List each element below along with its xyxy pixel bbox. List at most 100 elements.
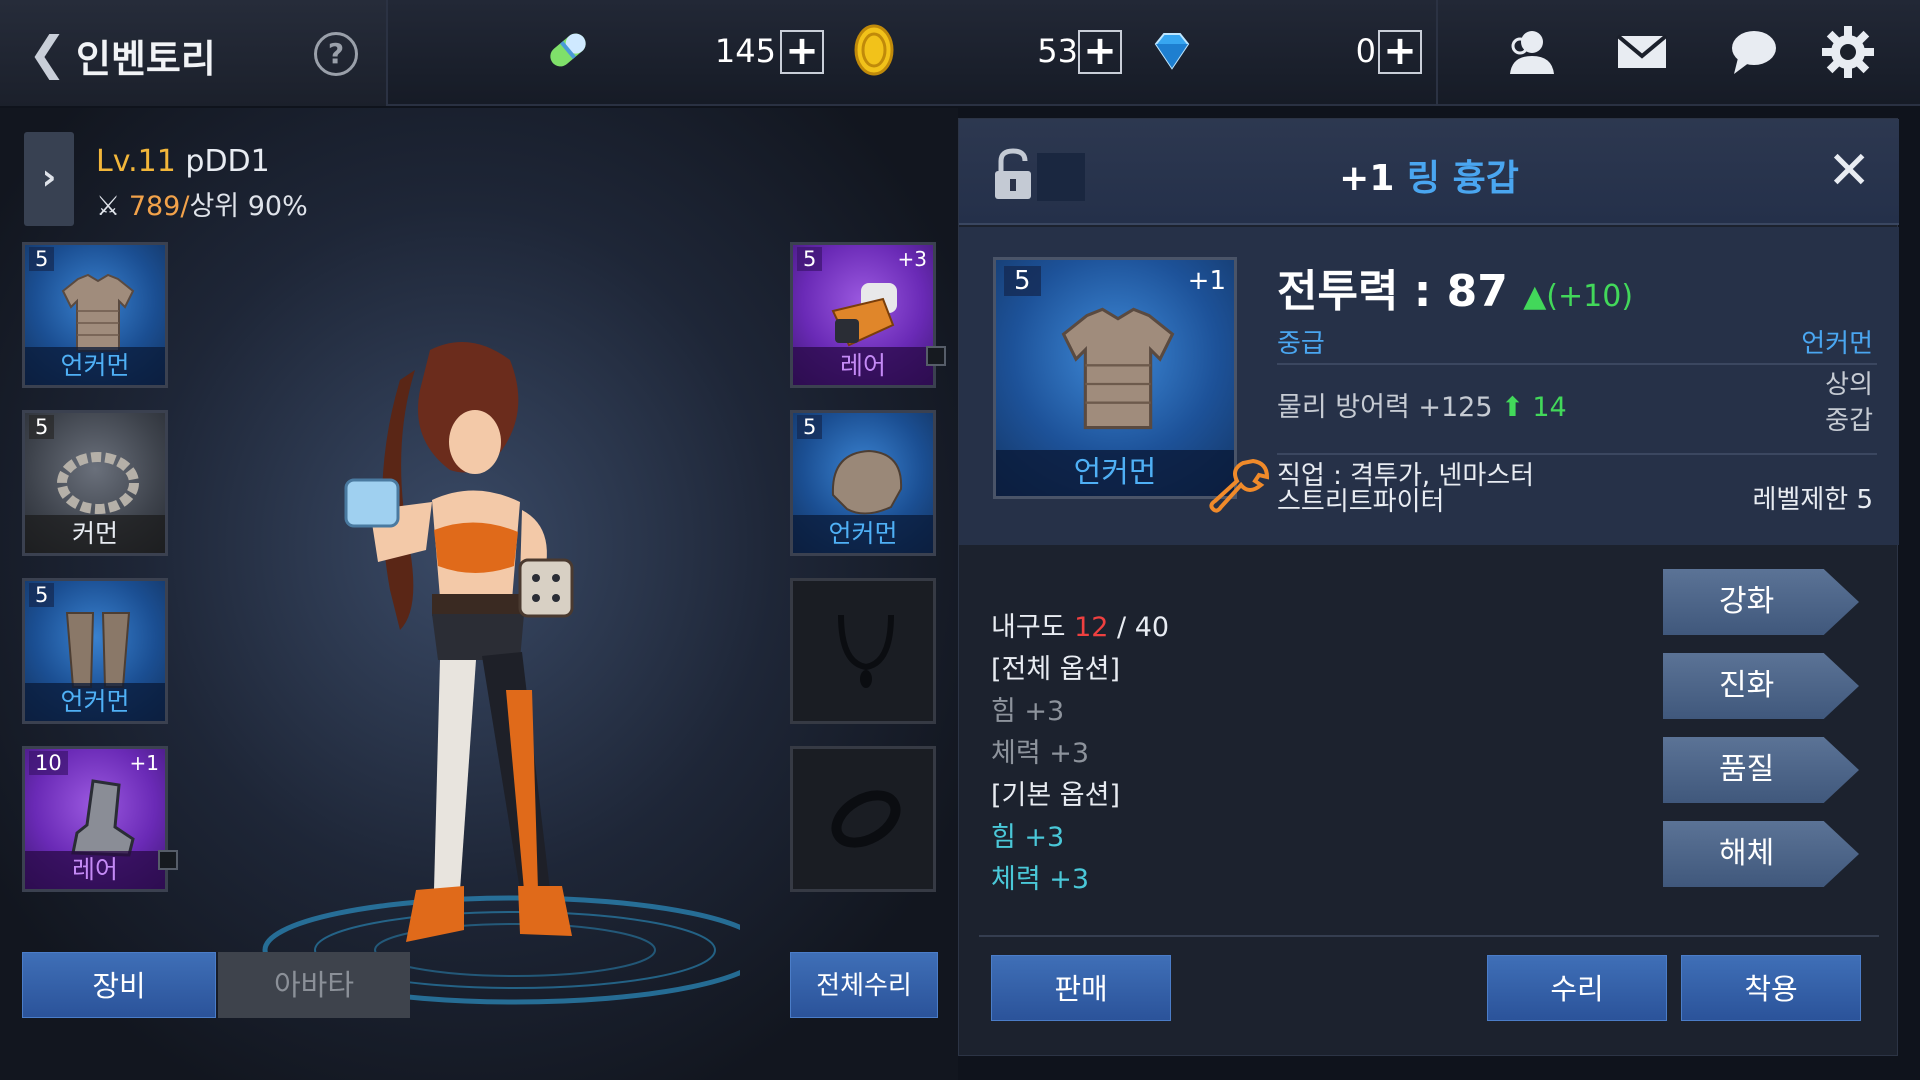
add-gem-button[interactable]: + (1378, 30, 1422, 74)
equip-slot-gloves[interactable]: 5 +3 레어 (790, 242, 936, 388)
slot-lock-indicator (158, 850, 178, 870)
item-info-section: 5 +1 언커먼 전투력 : 87 ▲(+10) 중급 언커먼 물리 방어력 +… (959, 227, 1899, 545)
top-bar: ❮ 인벤토리 ? 145 + 53 + 0 + (0, 0, 1920, 106)
settings-gear-icon[interactable] (1818, 22, 1878, 82)
equip-slot-helmet[interactable]: 5 언커먼 (790, 410, 936, 556)
footer-divider (979, 935, 1879, 937)
equip-slot-ring[interactable]: 5 커먼 (22, 410, 168, 556)
item-grade-label: 언커먼 (996, 450, 1234, 496)
repair-all-button[interactable]: 전체수리 (790, 952, 938, 1018)
crossed-swords-icon: ⚔ (96, 191, 121, 222)
defense-stat: 물리 방어력 +125 ⬆ 14 (1277, 385, 1567, 424)
chainmail-chest-icon (61, 273, 135, 352)
equip-slot-necklace-empty[interactable] (790, 578, 936, 724)
chat-icon[interactable] (1724, 22, 1784, 82)
armored-boots-icon (71, 779, 135, 857)
chainmail-legs-icon (65, 612, 131, 688)
character-model (262, 342, 740, 1005)
durability-label: 내구도 (991, 612, 1075, 643)
top-divider (1436, 0, 1438, 106)
slot-level: 5 (29, 583, 55, 607)
item-slot-type: 상의 중갑 (1825, 367, 1873, 439)
item-plus: +1 (1187, 266, 1226, 296)
slot-grade: 레어 (793, 347, 933, 385)
slot-level: 5 (29, 415, 55, 439)
divider-line (1277, 453, 1877, 455)
combat-power-delta: ▲(+10) (1523, 279, 1634, 314)
slot-level: 10 (29, 751, 68, 775)
item-enhance-level: +1 (1339, 158, 1395, 199)
durability-current: 12 (1074, 612, 1109, 643)
stamina-capsule-icon (550, 33, 586, 67)
slot-grade: 레어 (25, 851, 165, 889)
character-power: ⚔ 789/상위 90% (96, 184, 308, 223)
mail-icon[interactable] (1612, 22, 1672, 82)
dismantle-button[interactable]: 해체 (1663, 821, 1859, 887)
equip-slot-bracelet-empty[interactable] (790, 746, 936, 892)
close-icon[interactable]: ✕ (1827, 141, 1871, 201)
gem-value: 0 (1355, 32, 1376, 70)
chain-ring-icon (57, 452, 139, 514)
back-button[interactable]: ❮ 인벤토리 ? (0, 0, 388, 106)
bracelet-icon (831, 790, 901, 848)
slot-grade: 커먼 (25, 515, 165, 553)
gold-value: 53 (1037, 32, 1078, 70)
item-name: 링 흉갑 (1406, 158, 1519, 199)
slot-level: 5 (29, 247, 55, 271)
add-gold-button[interactable]: + (1078, 30, 1122, 74)
sell-button[interactable]: 판매 (991, 955, 1171, 1021)
help-icon[interactable]: ? (314, 32, 358, 76)
avatar-tab[interactable]: 아바타 (218, 952, 410, 1018)
combat-power-value: 전투력 : 87 (1277, 266, 1508, 317)
necklace-icon (838, 614, 894, 688)
item-detail-panel: +1 링 흉갑 ✕ 5 +1 언커먼 전투력 : 87 ▲(+10) 중급 언커… (958, 118, 1899, 1056)
job-line-1: 직업 : 격투가, 넨마스터 (1277, 461, 1535, 491)
evolve-button[interactable]: 진화 (1663, 653, 1859, 719)
item-level: 5 (1004, 266, 1041, 296)
level-limit: 레벨제한 5 (1752, 485, 1874, 515)
slot-grade: 언커먼 (25, 347, 165, 385)
base-option-2: 체력 +3 (991, 864, 1090, 895)
blue-gem-icon (1154, 33, 1190, 70)
back-arrow-icon[interactable]: ❮ (28, 30, 67, 76)
enhance-button[interactable]: 강화 (1663, 569, 1859, 635)
slot-type-line-2: 중갑 (1825, 406, 1873, 436)
friends-icon[interactable] (1500, 22, 1560, 82)
power-rank: 상위 90% (189, 191, 308, 222)
base-option-1: 힘 +3 (991, 822, 1065, 853)
equipment-tab[interactable]: 장비 (22, 952, 216, 1018)
slot-level: 5 (797, 247, 823, 271)
defense-value: 물리 방어력 +125 (1277, 392, 1493, 423)
character-level-name: Lv.11 pDD1 (96, 144, 270, 179)
power-value: 789/ (128, 191, 190, 222)
equip-slot-chest[interactable]: 5 언커먼 (22, 242, 168, 388)
add-stamina-button[interactable]: + (780, 30, 824, 74)
item-preview-slot: 5 +1 언커먼 (993, 257, 1237, 499)
slot-lock-indicator (926, 346, 946, 366)
all-options-header: [전체 옵션] (991, 654, 1121, 685)
wrench-icon (1209, 458, 1270, 513)
chainmail-chest-icon (1061, 307, 1175, 430)
boxing-gloves-icon (831, 283, 897, 347)
job-line-2: 스트리트파이터 (1277, 487, 1445, 517)
all-option-2: 체력 +3 (991, 738, 1090, 769)
combat-power: 전투력 : 87 ▲(+10) (1277, 255, 1633, 319)
slot-grade: 언커먼 (25, 683, 165, 721)
repair-button[interactable]: 수리 (1487, 955, 1667, 1021)
chainmail-hood-icon (831, 449, 903, 515)
wear-button[interactable]: 착용 (1681, 955, 1861, 1021)
base-options-header: [기본 옵션] (991, 780, 1121, 811)
gold-coin-icon (854, 24, 894, 76)
equip-slot-boots[interactable]: 10 +1 레어 (22, 746, 168, 892)
character-level: Lv.11 (96, 144, 176, 179)
job-requirement: 직업 : 격투가, 넨마스터 스트리트파이터 (1277, 463, 1534, 515)
divider-line (1277, 363, 1877, 365)
equip-slot-legs[interactable]: 5 언커먼 (22, 578, 168, 724)
item-stats: 내구도 12 / 40 [전체 옵션] 힘 +3 체력 +3 [기본 옵션] 힘… (991, 607, 1169, 901)
up-arrow-icon: ⬆ (1501, 392, 1524, 423)
stamina-value: 145 (714, 32, 776, 70)
expand-character-button[interactable]: › (24, 132, 74, 226)
slot-plus: +1 (129, 751, 159, 775)
defense-up-value: 14 (1532, 392, 1567, 423)
quality-button[interactable]: 품질 (1663, 737, 1859, 803)
